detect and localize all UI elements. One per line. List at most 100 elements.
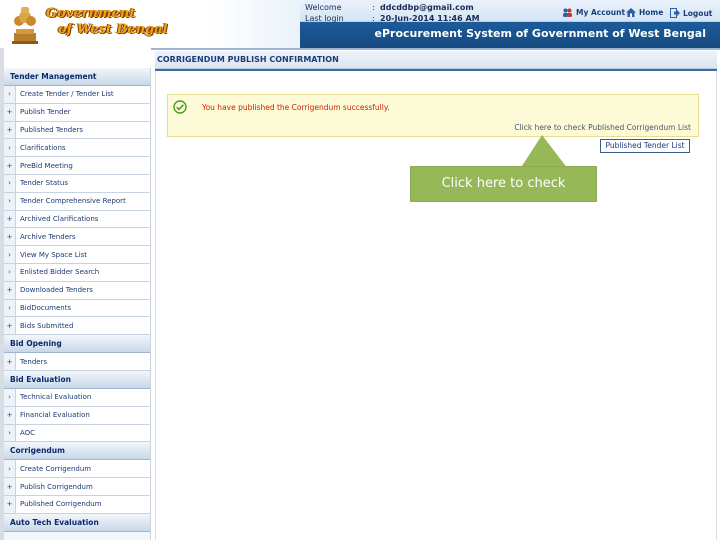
sidebar-item-tender-status[interactable]: › Tender Status: [4, 174, 150, 193]
sidebar-item-aoc[interactable]: › AOC: [4, 424, 150, 443]
bullet-icon: ›: [4, 424, 16, 442]
sidebar-item-label: Archive Tenders: [20, 232, 76, 241]
sidebar-item-label: Financial Evaluation: [20, 411, 90, 420]
bullet-icon: ›: [4, 192, 16, 210]
users-icon: [563, 8, 572, 17]
sidebar-item-view-my-space-list[interactable]: › View My Space List: [4, 246, 150, 264]
bullet-icon: ›: [4, 460, 16, 478]
sidebar-item-label: Technical Evaluation: [20, 393, 92, 402]
sidebar-item-technical-evaluation[interactable]: › Technical Evaluation: [4, 388, 150, 407]
sidebar-section-tender-management[interactable]: Tender Management: [4, 68, 150, 86]
sidebar-item-label: Published Tenders: [20, 125, 84, 134]
sidebar-item-label: Clarifications: [20, 143, 66, 152]
bullet-icon: +: [4, 478, 16, 495]
state-emblem-icon: [12, 7, 38, 44]
home-link[interactable]: Home: [626, 8, 663, 17]
sidebar-item-label: Tenders: [20, 357, 48, 366]
bullet-icon: +: [4, 228, 16, 246]
check-circle-icon: [173, 100, 187, 114]
bullet-icon: ›: [4, 263, 16, 281]
my-account-link[interactable]: My Account: [562, 8, 625, 17]
sidebar-item-label: Tender Status: [20, 179, 68, 188]
home-label: Home: [639, 8, 664, 17]
sidebar-item-tenders[interactable]: + Tenders: [4, 353, 150, 371]
welcome-label: Welcome: [305, 3, 342, 12]
sidebar-item-label: Tender Comprehensive Report: [20, 197, 126, 206]
sidebar-item-label: Enlisted Bidder Search: [20, 268, 100, 277]
sidebar-item-enlisted-bidder-search[interactable]: › Enlisted Bidder Search: [4, 263, 150, 282]
sidebar-item-downloaded-tenders[interactable]: + Downloaded Tenders: [4, 281, 150, 300]
bullet-icon: ›: [4, 388, 16, 406]
sidebar-item-label: AOC: [20, 428, 36, 437]
bullet-icon: +: [4, 157, 16, 174]
sidebar-item-biddocuments[interactable]: › BidDocuments: [4, 299, 150, 318]
sidebar-menu: Tender Management › Create Tender / Tende…: [4, 68, 151, 540]
welcome-value: ddcddbp@gmail.com: [380, 3, 474, 12]
sidebar-item-archived-clarifications[interactable]: + Archived Clarifications: [4, 210, 150, 229]
home-icon: [626, 8, 636, 17]
sidebar-section-corrigendum[interactable]: Corrigendum: [4, 442, 150, 461]
sidebar-item-publish-tender[interactable]: + Publish Tender: [4, 103, 150, 122]
bullet-icon: ›: [4, 86, 16, 103]
sidebar-item-label: Publish Tender: [20, 108, 71, 117]
last-login-colon: :: [372, 14, 375, 23]
sidebar-item-label: Published Corrigendum: [20, 500, 102, 509]
bullet-icon: +: [4, 317, 16, 335]
bullet-icon: +: [4, 406, 16, 424]
logo-text-line2: of West Bengal: [58, 22, 168, 37]
bullet-icon: ›: [4, 174, 16, 192]
bullet-icon: +: [4, 210, 16, 228]
bullet-icon: ›: [4, 139, 16, 157]
sidebar-item-label: PreBid Meeting: [20, 161, 73, 170]
sidebar-item-label: Downloaded Tenders: [20, 286, 93, 295]
sidebar-item-clarifications[interactable]: › Clarifications: [4, 139, 150, 158]
sidebar-item-create-tender[interactable]: › Create Tender / Tender List: [4, 86, 150, 104]
sidebar-section-auto-tech-evaluation[interactable]: Auto Tech Evaluation: [4, 513, 150, 532]
app-window: Government of West Bengal Welcome : ddcd…: [0, 0, 720, 540]
success-message: You have published the Corrigendum succe…: [202, 103, 390, 112]
main-top-border: [151, 48, 720, 50]
callout-pointer: [520, 135, 568, 169]
sidebar-item-prebid-meeting[interactable]: + PreBid Meeting: [4, 157, 150, 175]
bullet-icon: +: [4, 103, 16, 121]
published-tender-list-button[interactable]: Published Tender List: [600, 139, 690, 153]
sidebar-section-bid-opening[interactable]: Bid Opening: [4, 335, 150, 354]
sidebar-item-published-corrigendum[interactable]: + Published Corrigendum: [4, 495, 150, 514]
published-corrigendum-list-link[interactable]: Click here to check Published Corrigendu…: [514, 123, 691, 132]
sidebar-item-tender-comprehensive-report[interactable]: › Tender Comprehensive Report: [4, 192, 150, 211]
sidebar-item-publish-corrigendum[interactable]: + Publish Corrigendum: [4, 478, 150, 496]
page-title: CORRIGENDUM PUBLISH CONFIRMATION: [155, 51, 717, 69]
sidebar-item-bids-submitted[interactable]: + Bids Submitted: [4, 317, 150, 336]
welcome-colon: :: [372, 3, 375, 12]
sidebar-item-financial-evaluation[interactable]: + Financial Evaluation: [4, 406, 150, 425]
bullet-icon: +: [4, 121, 16, 139]
sidebar-item-label: View My Space List: [20, 250, 88, 259]
last-login-value: 20-Jun-2014 11:46 AM: [380, 14, 480, 23]
logout-link[interactable]: Logout: [670, 8, 712, 18]
sidebar-item-label: Publish Corrigendum: [20, 482, 93, 491]
bullet-icon: ›: [4, 246, 16, 263]
sidebar-item-label: Archived Clarifications: [20, 214, 99, 223]
portal-title: eProcurement System of Government of Wes…: [374, 27, 706, 40]
bullet-icon: +: [4, 353, 16, 370]
bullet-icon: +: [4, 495, 16, 513]
my-account-label: My Account: [576, 8, 626, 17]
bullet-icon: ›: [4, 299, 16, 317]
sidebar-item-create-corrigendum[interactable]: › Create Corrigendum: [4, 460, 150, 479]
sidebar-item-published-tenders[interactable]: + Published Tenders: [4, 121, 150, 140]
header-logo-area: Government of West Bengal: [0, 0, 300, 48]
sidebar-item-label: BidDocuments: [20, 303, 72, 312]
sidebar-item-archive-tenders[interactable]: + Archive Tenders: [4, 228, 150, 247]
sidebar-item-label: Bids Submitted: [20, 321, 74, 330]
sidebar-section-bid-evaluation[interactable]: Bid Evaluation: [4, 370, 150, 389]
logout-icon: [670, 8, 680, 18]
sidebar-item-label: Create Tender / Tender List: [20, 90, 114, 99]
callout-tooltip: Click here to check: [410, 166, 597, 202]
bullet-icon: +: [4, 281, 16, 299]
header: Government of West Bengal Welcome : ddcd…: [0, 0, 720, 48]
logo-text-line1: Government: [46, 6, 136, 21]
last-login-label: Last login: [305, 14, 344, 23]
sidebar-item-label: Create Corrigendum: [20, 464, 92, 473]
success-message-box: You have published the Corrigendum succe…: [167, 94, 699, 137]
logout-label: Logout: [683, 8, 713, 18]
